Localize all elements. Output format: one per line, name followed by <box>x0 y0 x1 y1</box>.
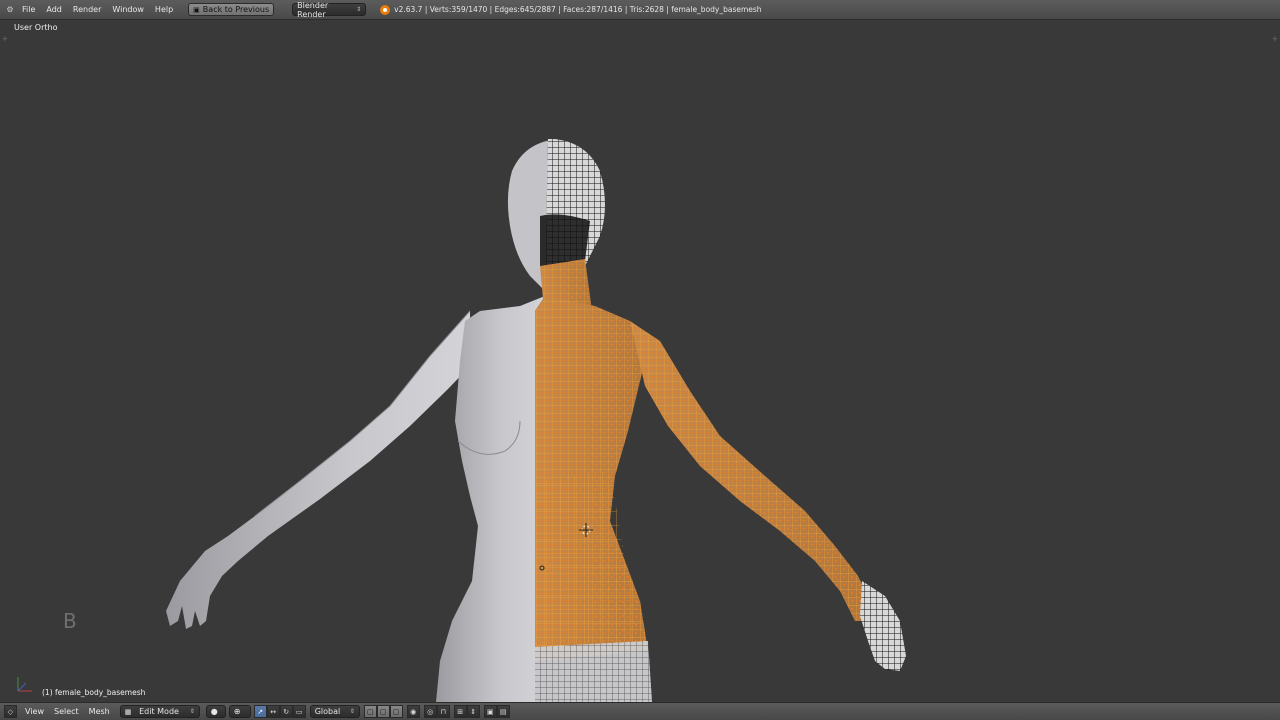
editor-type-icon[interactable]: ◇ <box>4 705 17 718</box>
transform-orientation-dropdown[interactable]: Global ⇕ <box>309 705 360 718</box>
menu-view[interactable]: View <box>25 707 44 716</box>
snap-toggle-icon[interactable]: ⊓ <box>436 705 450 718</box>
left-arm-mesh <box>166 311 470 629</box>
menu-mesh[interactable]: Mesh <box>89 707 110 716</box>
snap-element-icon[interactable]: ⊞ <box>453 705 467 718</box>
info-header: ⚙ File Add Render Window Help ▣ Back to … <box>0 0 1280 20</box>
menu-window[interactable]: Window <box>112 5 144 14</box>
blender-logo-icon <box>380 4 391 15</box>
3d-viewport[interactable]: User Ortho + + B (1) female_body_basemes… <box>0 21 1280 702</box>
menu-select[interactable]: Select <box>54 707 79 716</box>
hips-shade <box>535 641 652 702</box>
back-to-previous-label: Back to Previous <box>202 5 270 14</box>
render-engine-dropdown[interactable]: Blender Render ⇕ <box>292 0 367 19</box>
proportional-editing-icon[interactable]: ◎ <box>423 705 437 718</box>
menu-file[interactable]: File <box>22 5 35 14</box>
3d-view-header: ◇ View Select Mesh ▦ Edit Mode ⇕ ● ⊕ ↗ ↔… <box>0 702 1280 720</box>
pivot-point-dropdown[interactable]: ⊕ <box>228 705 251 718</box>
mode-value: Edit Mode <box>139 707 179 716</box>
pivot-icon: ⊕ <box>233 707 241 716</box>
layer-button-3[interactable]: ▢ <box>389 705 403 718</box>
viewport-shading-dropdown[interactable]: ● <box>205 705 226 718</box>
dropdown-arrow-icon: ⇕ <box>356 6 362 13</box>
snap-target-icon[interactable]: ⇕ <box>466 705 480 718</box>
dropdown-arrow-icon: ⇕ <box>349 708 355 715</box>
rotate-manipulator-icon[interactable]: ↻ <box>279 705 293 718</box>
orientation-value: Global <box>314 707 341 716</box>
translate-manipulator-icon[interactable]: ↔ <box>266 705 280 718</box>
right-arm-wire <box>630 321 868 621</box>
left-arm-edge <box>254 310 471 517</box>
menu-add[interactable]: Add <box>46 5 62 14</box>
dropdown-arrow-icon: ⇕ <box>189 708 195 715</box>
belly-wire <box>535 471 648 661</box>
limit-selection-icon[interactable]: ◉ <box>406 705 420 718</box>
layer-button-2[interactable]: ▢ <box>376 705 390 718</box>
manipulator-toggle-icon[interactable]: ↗ <box>253 705 267 718</box>
menu-render[interactable]: Render <box>73 5 101 14</box>
right-hand-wire <box>860 581 906 671</box>
mode-dropdown[interactable]: ▦ Edit Mode ⇕ <box>119 705 200 718</box>
back-icon: ▣ <box>193 5 200 14</box>
scale-manipulator-icon[interactable]: ▭ <box>292 705 306 718</box>
opengl-render-icon[interactable]: ▤ <box>496 705 510 718</box>
menu-help[interactable]: Help <box>155 5 173 14</box>
shading-solid-icon: ● <box>210 707 218 716</box>
axis-gizmo-icon <box>17 677 32 692</box>
scene-stats: v2.63.7 | Verts:359/1470 | Edges:645/288… <box>394 5 762 14</box>
mesh-figure[interactable] <box>0 21 1280 702</box>
active-object-label: (1) female_body_basemesh <box>42 688 146 697</box>
overlay-letter: B <box>63 609 77 633</box>
back-to-previous-button[interactable]: ▣ Back to Previous <box>188 3 275 16</box>
editor-type-icon[interactable]: ⚙ <box>4 4 16 16</box>
render-engine-value: Blender Render <box>297 0 329 19</box>
render-preview-icon[interactable]: ▣ <box>483 705 497 718</box>
edit-mode-icon: ▦ <box>124 707 132 716</box>
layer-button-1[interactable]: ▢ <box>363 705 377 718</box>
